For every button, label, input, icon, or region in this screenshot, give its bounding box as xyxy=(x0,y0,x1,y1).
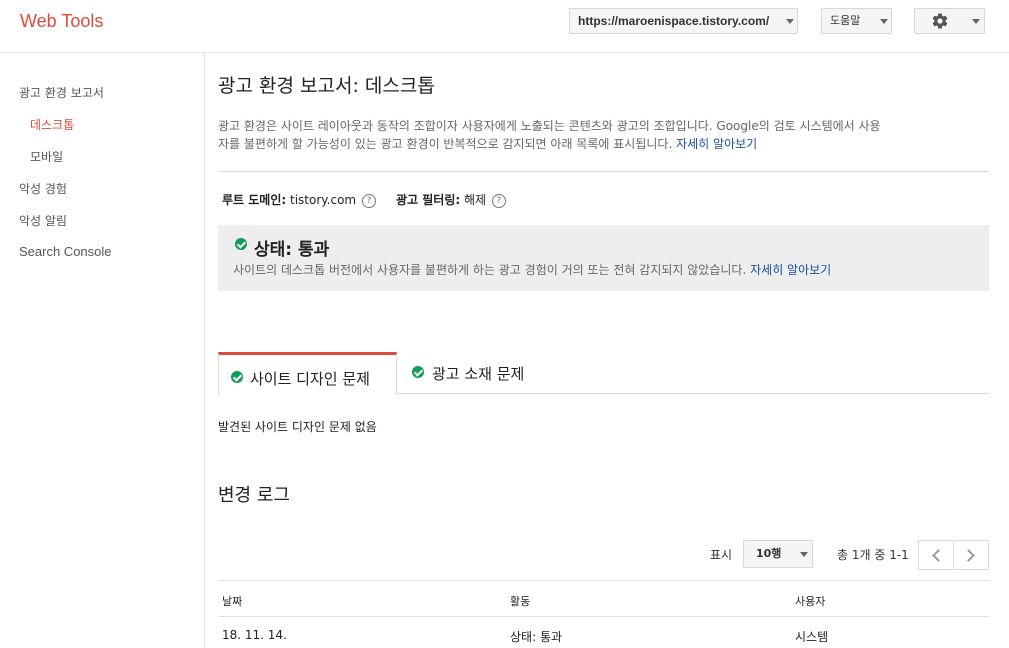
root-domain-label: 루트 도메인: xyxy=(222,193,287,207)
next-page-button[interactable] xyxy=(953,540,989,570)
help-button[interactable]: 도움말 xyxy=(821,8,892,34)
tab-site-design-issues[interactable]: 사이트 디자인 문제 xyxy=(218,352,397,395)
check-circle-icon xyxy=(235,238,247,250)
chevron-down-icon xyxy=(880,19,888,24)
column-header-user: 사용자 xyxy=(795,595,826,608)
sidebar: 광고 환경 보고서 데스크톱 모바일 악성 경험 악성 알림 Search Co… xyxy=(0,53,205,648)
description-line-2: 자를 불편하게 할 가능성이 있는 광고 환경이 반복적으로 감지되면 아래 목… xyxy=(218,137,673,151)
page-description: 광고 환경은 사이트 레이아웃과 동작의 조합이자 사용자에게 노출되는 콘텐츠… xyxy=(218,117,983,153)
root-domain-value: tistory.com xyxy=(290,193,357,207)
chevron-down-icon xyxy=(800,552,808,557)
help-circle-icon[interactable]: ? xyxy=(491,193,506,208)
status-title: 상태: 통과 xyxy=(254,240,330,260)
cell-user: 시스템 xyxy=(795,630,829,644)
chevron-down-icon xyxy=(786,19,794,24)
tab-ad-creative-issues[interactable]: 광고 소재 문제 xyxy=(397,352,557,394)
settings-button[interactable] xyxy=(914,8,985,34)
sidebar-item-abusive-experiences[interactable]: 악성 경험 xyxy=(19,180,67,197)
sidebar-item-search-console[interactable]: Search Console xyxy=(19,244,112,259)
page-title: 광고 환경 보고서: 데스크톱 xyxy=(218,75,435,97)
status-description: 사이트의 데스크톱 버전에서 사용자를 불편하게 하는 광고 경험이 거의 또는… xyxy=(233,261,831,278)
learn-more-link[interactable]: 자세히 알아보기 xyxy=(676,137,757,151)
gear-icon xyxy=(932,13,948,29)
pagination-range: 총 1개 중 1-1 xyxy=(837,548,909,562)
table-border xyxy=(218,616,989,617)
rows-per-page-select[interactable]: 10행 xyxy=(743,540,813,568)
status-panel: 상태: 통과 사이트의 데스크톱 버전에서 사용자를 불편하게 하는 광고 경험… xyxy=(218,225,989,291)
main-content: 광고 환경 보고서: 데스크톱 광고 환경은 사이트 레이아웃과 동작의 조합이… xyxy=(218,53,989,648)
rows-per-page-label: 표시 xyxy=(710,548,733,562)
tab-label: 광고 소재 문제 xyxy=(432,365,525,383)
column-header-date: 날짜 xyxy=(222,595,243,608)
app-logo[interactable]: Web Tools xyxy=(20,11,103,32)
site-url: https://maroenispace.tistory.com/ xyxy=(578,14,770,28)
tab-label: 사이트 디자인 문제 xyxy=(250,370,370,388)
description-line-1: 광고 환경은 사이트 레이아웃과 동작의 조합이자 사용자에게 노출되는 콘텐츠… xyxy=(218,119,881,133)
divider xyxy=(218,171,989,172)
chevron-down-icon xyxy=(972,19,980,24)
sidebar-item-mobile[interactable]: 모바일 xyxy=(30,148,63,165)
help-label: 도움말 xyxy=(830,14,861,27)
cell-date: 18. 11. 14. xyxy=(222,628,287,642)
status-description-text: 사이트의 데스크톱 버전에서 사용자를 불편하게 하는 광고 경험이 거의 또는… xyxy=(233,263,747,277)
table-border xyxy=(218,580,989,581)
chevron-right-icon xyxy=(962,549,975,562)
previous-page-button[interactable] xyxy=(918,540,954,570)
cell-activity: 상태: 통과 xyxy=(510,630,563,644)
ad-filtering-value: 해제 xyxy=(464,193,487,207)
ad-filtering-label: 광고 필터링: xyxy=(396,193,461,207)
chevron-left-icon xyxy=(932,549,945,562)
check-circle-icon xyxy=(231,371,243,383)
check-circle-icon xyxy=(412,366,424,378)
top-header: Web Tools https://maroenispace.tistory.c… xyxy=(0,0,1009,53)
sidebar-item-desktop[interactable]: 데스크톱 xyxy=(30,116,74,133)
sidebar-item-ad-experience-report[interactable]: 광고 환경 보고서 xyxy=(19,84,104,101)
status-learn-more-link[interactable]: 자세히 알아보기 xyxy=(750,263,831,277)
changelog-title: 변경 로그 xyxy=(218,485,290,506)
sidebar-item-abusive-notifications[interactable]: 악성 알림 xyxy=(19,212,67,229)
no-issues-message: 발견된 사이트 디자인 문제 없음 xyxy=(218,420,377,434)
ad-filtering: 광고 필터링: 해제 ? xyxy=(396,191,506,208)
root-domain: 루트 도메인: tistory.com ? xyxy=(222,191,376,208)
help-circle-icon[interactable]: ? xyxy=(361,193,376,208)
column-header-activity: 활동 xyxy=(510,595,531,608)
rows-per-page-value: 10행 xyxy=(756,547,782,560)
site-selector[interactable]: https://maroenispace.tistory.com/ xyxy=(569,8,798,34)
